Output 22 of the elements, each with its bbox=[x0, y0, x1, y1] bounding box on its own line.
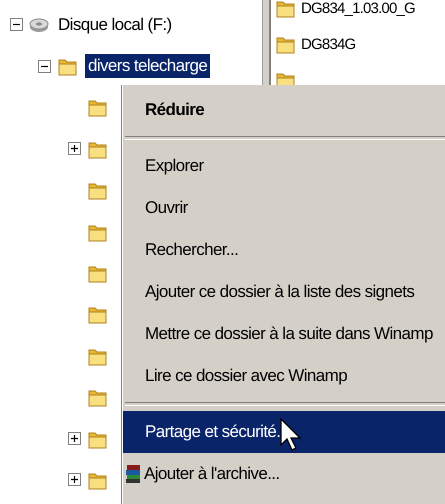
expand-toggle[interactable] bbox=[68, 473, 81, 486]
menu-item[interactable]: Rechercher... bbox=[123, 229, 445, 271]
file-name[interactable]: DG834_1.03.00_G bbox=[301, 0, 415, 16]
menu-item[interactable]: Mettre ce dossier à la suite dans Winamp bbox=[123, 313, 445, 355]
menu-item[interactable]: Réduire bbox=[123, 89, 445, 131]
menu-item[interactable]: Ajouter ce dossier à la liste des signets bbox=[123, 271, 445, 313]
file-name[interactable]: DG834G bbox=[301, 36, 356, 52]
menu-item[interactable]: Lire ce dossier avec Winamp bbox=[123, 355, 445, 397]
menu-item[interactable]: Ajouter à l'archive... bbox=[123, 453, 445, 495]
collapse-toggle[interactable] bbox=[10, 18, 23, 32]
menu-item[interactable]: Explorer bbox=[123, 145, 445, 187]
menu-item[interactable]: Ouvrir bbox=[123, 187, 445, 229]
menu-item[interactable]: Partage et sécurité. bbox=[123, 411, 445, 453]
expand-toggle[interactable] bbox=[68, 142, 81, 156]
folder-icon bbox=[275, 0, 297, 19]
books-icon bbox=[125, 464, 143, 484]
expand-toggle[interactable] bbox=[68, 432, 81, 446]
tree-item[interactable]: divers telecharge bbox=[85, 54, 210, 78]
mouse-pointer-icon bbox=[280, 418, 302, 452]
collapse-toggle[interactable] bbox=[38, 60, 51, 73]
disk-drive-icon bbox=[29, 16, 49, 33]
tree-item[interactable]: Disque local (F:) bbox=[55, 12, 175, 37]
